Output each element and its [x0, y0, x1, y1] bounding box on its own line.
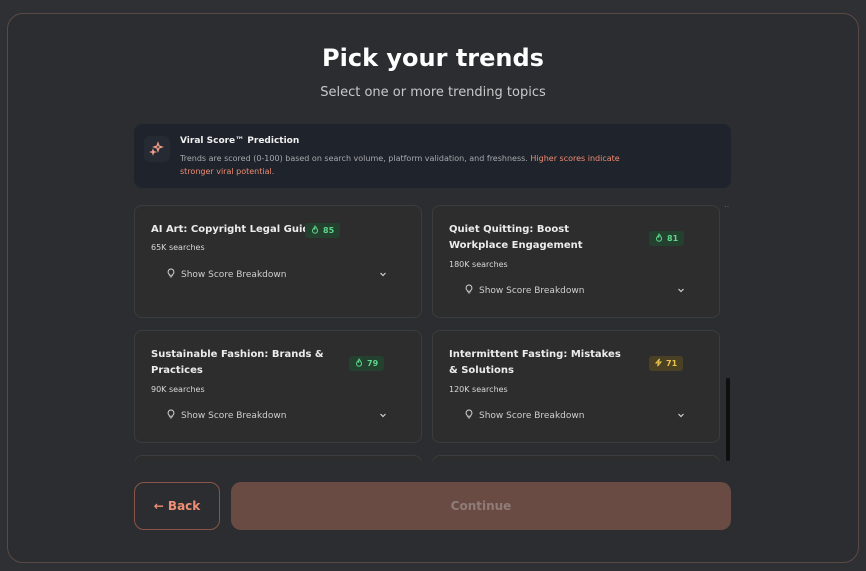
lightbulb-icon: [465, 284, 473, 297]
trend-card[interactable]: Quiet Quitting: Boost Workplace Engageme…: [432, 205, 720, 318]
score-badge: 79: [349, 356, 385, 371]
fire-icon: [655, 232, 663, 244]
trend-card[interactable]: Sustainable Fashion: Brands & Practices …: [134, 330, 422, 443]
scrollbar-grip: ··: [724, 202, 730, 211]
scrollbar-thumb[interactable]: [726, 378, 730, 461]
trend-card[interactable]: AI Art: Copyright Legal Guide 85 65K sea…: [134, 205, 422, 318]
trend-grid: AI Art: Copyright Legal Guide 85 65K sea…: [134, 205, 731, 461]
fire-icon: [311, 224, 319, 236]
breakdown-label: Show Score Breakdown: [181, 269, 287, 280]
lightning-icon: [654, 358, 663, 369]
info-title: Viral Score™ Prediction: [180, 136, 300, 146]
score-value: 85: [323, 226, 335, 235]
show-score-breakdown-toggle[interactable]: Show Score Breakdown: [167, 268, 286, 281]
lightbulb-icon: [465, 409, 473, 422]
search-volume: 180K searches: [449, 260, 508, 269]
trend-title: Intermittent Fasting: Mistakes & Solutio…: [449, 349, 621, 376]
fire-icon: [355, 357, 363, 369]
search-volume: 65K searches: [151, 243, 205, 252]
show-score-breakdown-toggle[interactable]: Show Score Breakdown: [465, 409, 584, 422]
chevron-down-icon[interactable]: [379, 411, 387, 419]
breakdown-label: Show Score Breakdown: [479, 285, 585, 296]
info-text-body: Trends are scored (0-100) based on searc…: [180, 154, 531, 163]
viral-score-info-panel: Viral Score™ Prediction Trends are score…: [134, 124, 731, 188]
score-value: 71: [666, 359, 678, 368]
chevron-down-icon[interactable]: [379, 270, 387, 278]
trend-title: Quiet Quitting: Boost Workplace Engageme…: [449, 224, 583, 251]
info-text: Trends are scored (0-100) based on searc…: [180, 152, 620, 178]
trend-card[interactable]: Intermittent Fasting: Mistakes & Solutio…: [432, 330, 720, 443]
search-volume: 120K searches: [449, 385, 508, 394]
score-value: 81: [667, 234, 679, 243]
back-button[interactable]: ← Back: [134, 482, 220, 530]
score-badge: 85: [305, 223, 341, 238]
page-subtitle: Select one or more trending topics: [320, 85, 546, 100]
score-badge: 71: [649, 356, 684, 371]
score-value: 79: [367, 359, 379, 368]
search-volume: 90K searches: [151, 385, 205, 394]
breakdown-label: Show Score Breakdown: [479, 410, 585, 421]
lightbulb-icon: [167, 409, 175, 422]
trend-card-partial[interactable]: [134, 455, 422, 461]
chevron-down-icon[interactable]: [677, 411, 685, 419]
trend-card-partial[interactable]: [432, 455, 720, 461]
sparkles-icon: [144, 136, 170, 162]
trend-title: AI Art: Copyright Legal Guide: [151, 224, 317, 235]
score-badge: 81: [649, 231, 685, 246]
continue-button[interactable]: Continue: [231, 482, 731, 530]
show-score-breakdown-toggle[interactable]: Show Score Breakdown: [465, 284, 584, 297]
lightbulb-icon: [167, 268, 175, 281]
chevron-down-icon[interactable]: [677, 286, 685, 294]
page-title: Pick your trends: [322, 44, 544, 72]
breakdown-label: Show Score Breakdown: [181, 410, 287, 421]
show-score-breakdown-toggle[interactable]: Show Score Breakdown: [167, 409, 286, 422]
trend-title: Sustainable Fashion: Brands & Practices: [151, 349, 324, 376]
